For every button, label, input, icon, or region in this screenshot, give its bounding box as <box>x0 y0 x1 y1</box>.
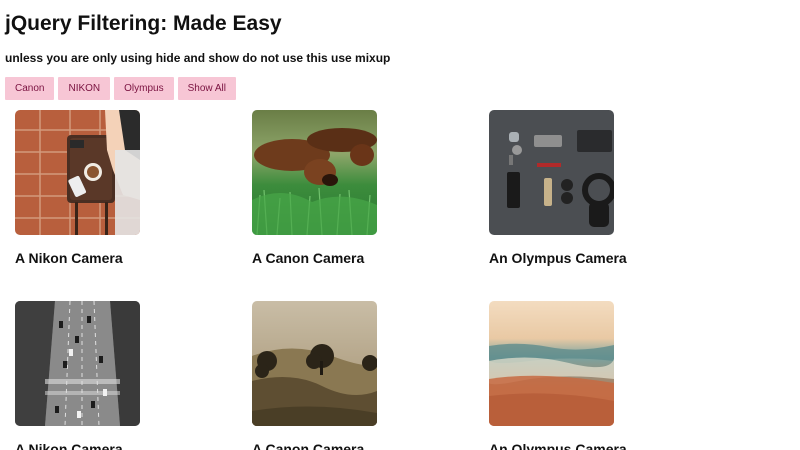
gallery-image <box>489 301 614 426</box>
filter-show-all-button[interactable]: Show All <box>177 77 236 100</box>
gallery-card-title: A Canon Camera <box>252 441 365 450</box>
filter-olympus-button[interactable]: Olympus <box>114 77 174 100</box>
gallery-card-title: An Olympus Camera <box>489 441 627 450</box>
filter-nikon-button[interactable]: NIKON <box>58 77 111 100</box>
gallery-card-title: A Nikon Camera <box>15 441 123 450</box>
gallery-card-title: A Nikon Camera <box>15 250 123 266</box>
filter-canon-button[interactable]: Canon <box>5 77 55 100</box>
gallery-image <box>252 301 377 426</box>
filter-bar: Canon NIKON Olympus Show All <box>5 77 236 100</box>
gallery-card-title: An Olympus Camera <box>489 250 627 266</box>
page-title: jQuery Filtering: Made Easy <box>5 12 282 35</box>
gallery-image <box>15 110 140 235</box>
page: jQuery Filtering: Made Easy unless you a… <box>0 0 800 450</box>
gallery-image <box>489 110 614 235</box>
gallery-card: A Nikon Camera <box>15 110 215 267</box>
gallery-card: A Canon Camera <box>252 301 452 450</box>
gallery-card: An Olympus Camera <box>489 110 689 267</box>
gallery-image <box>15 301 140 426</box>
gallery-card: A Canon Camera <box>252 110 452 267</box>
gallery-card: A Nikon Camera <box>15 301 215 450</box>
gallery-card-title: A Canon Camera <box>252 250 365 266</box>
gallery-image <box>252 110 377 235</box>
page-subtitle: unless you are only using hide and show … <box>5 51 391 65</box>
gallery-card: An Olympus Camera <box>489 301 689 450</box>
